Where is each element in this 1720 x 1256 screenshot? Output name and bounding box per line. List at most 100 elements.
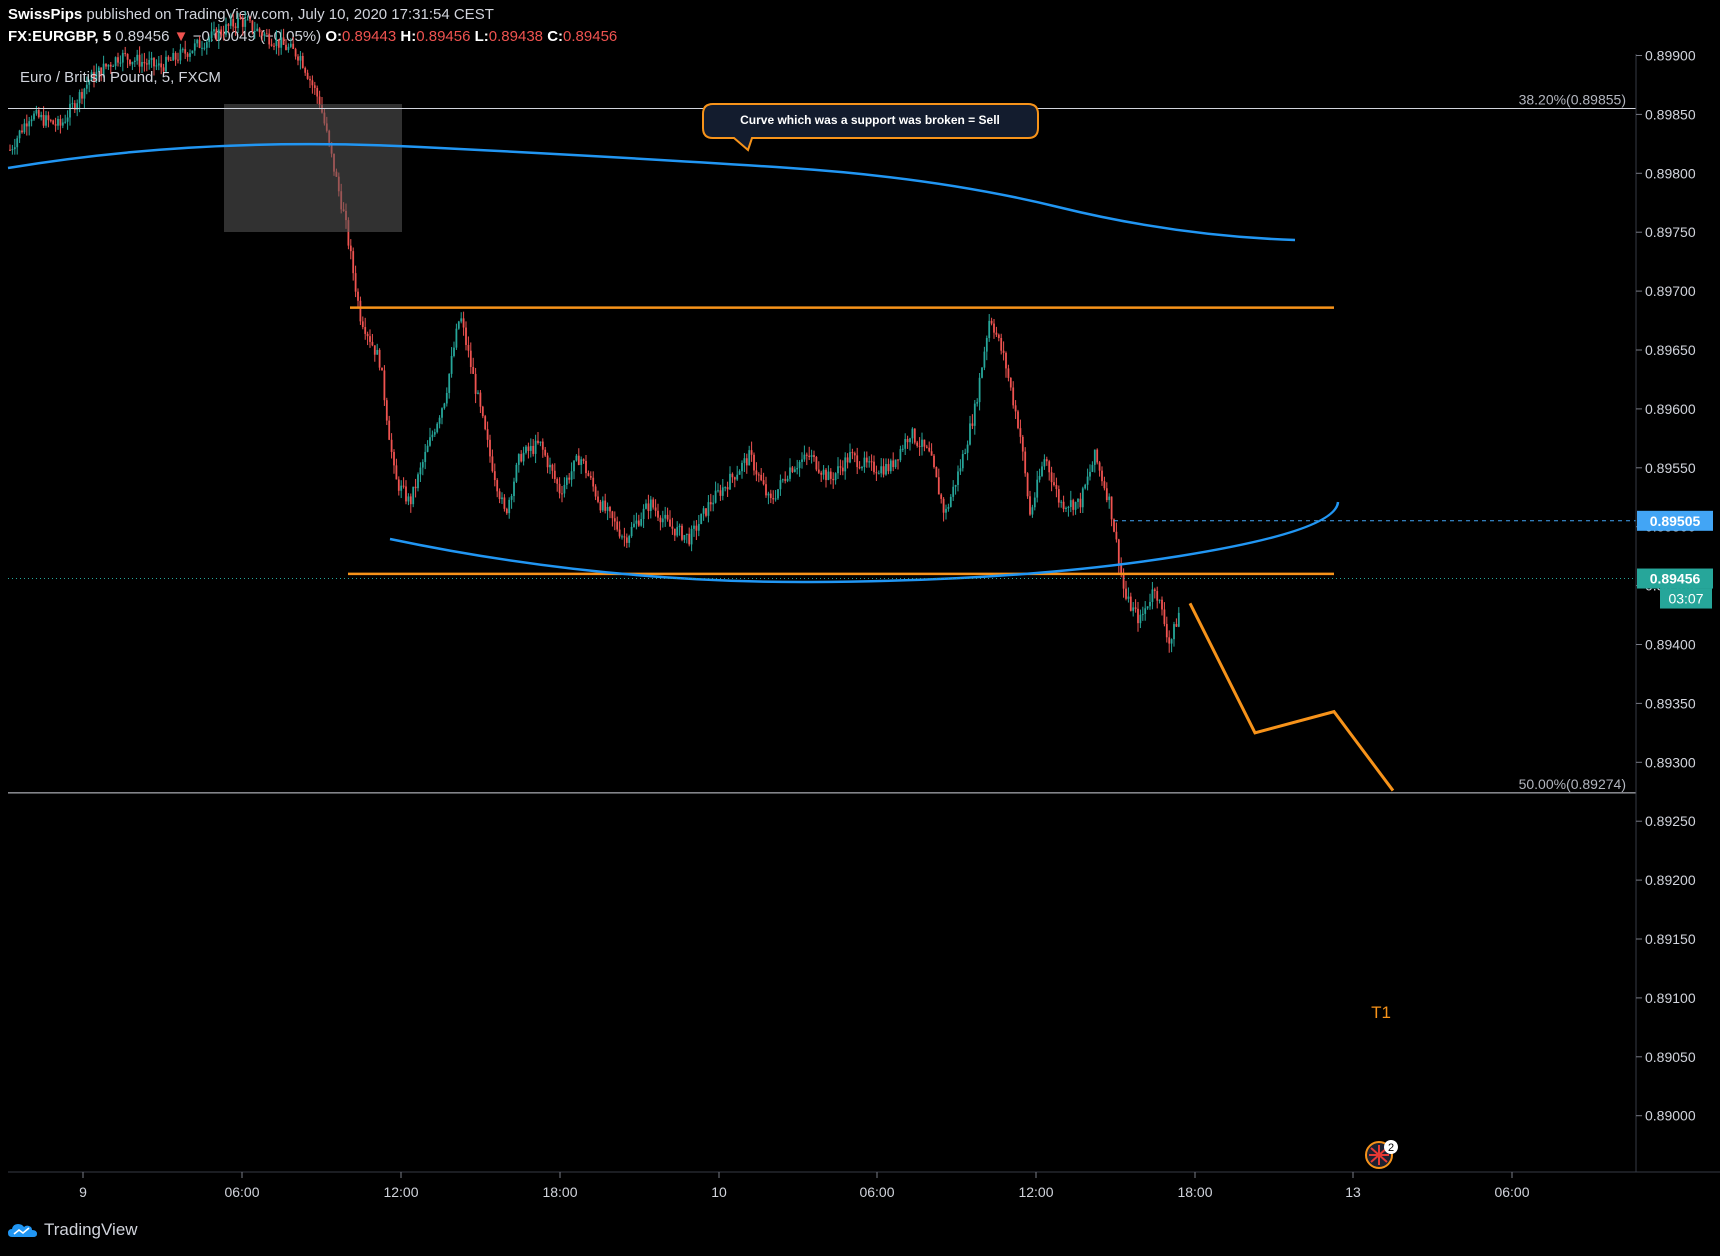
- candle-body: [861, 467, 863, 469]
- candle-body: [385, 400, 388, 421]
- candle-body: [597, 496, 599, 502]
- time-axis[interactable]: 9 06:00 12:00 18:00 10 06:00 12:00 18:00 13 06:00: [79, 1172, 1530, 1200]
- candle-body: [961, 454, 964, 469]
- candle-body: [309, 78, 311, 81]
- fib-level-label: 38.20%(0.89855): [1519, 92, 1626, 108]
- candle-body: [508, 499, 511, 514]
- candle-body: [256, 28, 259, 32]
- candle-body: [541, 441, 544, 450]
- candle-body: [1033, 497, 1036, 508]
- candle-body: [671, 526, 674, 529]
- candle-body: [299, 55, 302, 61]
- candle-body: [357, 291, 359, 301]
- candle-body: [1007, 368, 1010, 378]
- candle-body: [813, 455, 815, 457]
- candle-body: [40, 114, 43, 118]
- candle-body: [414, 486, 417, 489]
- candle-body: [868, 461, 871, 463]
- candle-body: [964, 452, 967, 455]
- candle-body: [546, 455, 549, 468]
- candle-body: [599, 501, 602, 511]
- candle-body: [229, 19, 232, 26]
- y-tick-label: 0.89350: [1645, 695, 1696, 711]
- candle-body: [275, 39, 278, 47]
- candle-body: [465, 327, 467, 345]
- candle-body: [1050, 472, 1053, 483]
- candle-body: [841, 467, 844, 472]
- price-axis[interactable]: 0.89900 0.89850 0.89800 0.89750 0.89700 0.896…: [1636, 48, 1713, 1124]
- candle-body: [409, 496, 412, 505]
- candle-body: [978, 377, 981, 403]
- candle-body: [150, 57, 153, 61]
- candle-body: [455, 328, 458, 348]
- candle-body: [520, 454, 523, 462]
- candle-body: [805, 454, 808, 456]
- candle-body: [37, 110, 40, 118]
- candle-body: [1141, 613, 1144, 615]
- candle-body: [369, 336, 371, 342]
- candle-body: [25, 123, 28, 127]
- x-tick-label: 06:00: [859, 1184, 894, 1200]
- candle-body: [1053, 482, 1055, 486]
- candle-body: [517, 454, 520, 465]
- price-chart[interactable]: 38.20%(0.89855) 50.00%(0.89274) Euro / Br…: [0, 0, 1720, 1210]
- candle-body: [729, 473, 731, 490]
- candle-body: [1173, 624, 1175, 640]
- candle-body: [59, 118, 62, 126]
- candle-body: [635, 520, 638, 524]
- candle-body: [1017, 411, 1019, 429]
- candle-body: [966, 444, 969, 453]
- candle-body: [1175, 624, 1178, 627]
- candle-body: [937, 477, 940, 495]
- candle-body: [875, 472, 878, 474]
- x-tick-label: 9: [79, 1184, 87, 1200]
- candle-body: [69, 103, 71, 118]
- candle-body: [969, 423, 971, 445]
- candle-body: [515, 464, 518, 482]
- candle-body: [1165, 623, 1168, 638]
- candle-body: [1002, 350, 1005, 353]
- candle-body: [918, 445, 921, 447]
- candle-body: [9, 149, 11, 151]
- candle-body: [201, 47, 203, 49]
- candle-body: [846, 457, 849, 463]
- candle-body: [112, 65, 115, 67]
- candle-body: [976, 402, 979, 404]
- candle-body: [453, 347, 455, 357]
- candle-body: [714, 490, 717, 503]
- candle-body: [853, 453, 856, 456]
- candle-body: [1149, 601, 1151, 607]
- y-tick-label: 0.89650: [1645, 342, 1696, 358]
- candle-body: [1005, 352, 1007, 369]
- candle-body: [1153, 589, 1156, 592]
- candle-body: [263, 33, 266, 36]
- candle-body: [709, 502, 712, 505]
- candle-body: [856, 455, 859, 468]
- candle-body: [167, 56, 170, 60]
- candle-body: [232, 19, 235, 27]
- y-tick-label: 0.89200: [1645, 872, 1696, 888]
- candle-body: [313, 85, 316, 88]
- candle-body: [246, 19, 249, 21]
- candle-body: [1067, 506, 1070, 508]
- candle-body: [352, 251, 355, 274]
- candle-body: [993, 323, 995, 333]
- candle-body: [371, 341, 374, 346]
- x-tick-label: 12:00: [1018, 1184, 1053, 1200]
- candle-body: [604, 500, 607, 511]
- candle-body: [469, 350, 472, 368]
- candle-body: [1024, 451, 1027, 474]
- candle-body: [196, 39, 199, 44]
- candle-body: [971, 423, 974, 426]
- candle-body: [525, 446, 527, 453]
- candle-body: [1065, 507, 1067, 509]
- candle-body: [779, 480, 782, 490]
- candle-body: [837, 466, 839, 474]
- candle-body: [954, 484, 957, 487]
- candle-body: [390, 439, 393, 452]
- tradingview-logo[interactable]: TradingView: [8, 1220, 138, 1240]
- candle-body: [1129, 596, 1132, 611]
- candle-body: [947, 506, 950, 509]
- candle-body: [316, 87, 319, 97]
- candle-body: [705, 508, 707, 516]
